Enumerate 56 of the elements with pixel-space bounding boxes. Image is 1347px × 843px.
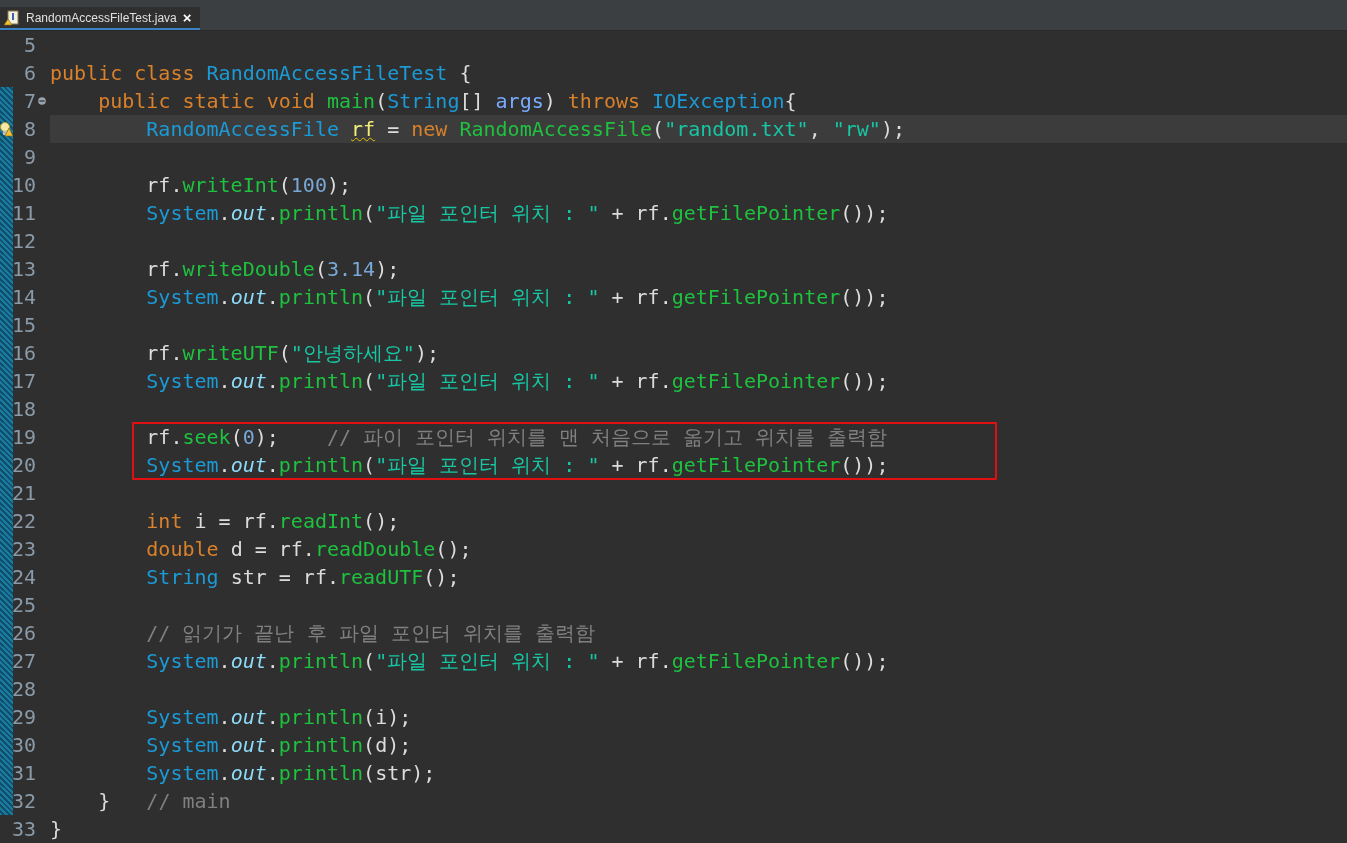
line-number: 31 (11, 760, 36, 787)
line-number: 7 (23, 88, 36, 115)
code-line: System.out.println(d); (146, 732, 412, 759)
code-line: System.out.println(i); (146, 704, 412, 731)
line-number: 28 (11, 676, 36, 703)
line-number: 33 (11, 816, 36, 843)
code-line: } (50, 816, 63, 843)
code-comment: // 읽기가 끝난 후 파일 포인터 위치를 출력함 (146, 620, 595, 647)
tab-title: RandomAccessFileTest.java (26, 9, 177, 27)
line-number: 17 (11, 368, 36, 395)
collapse-icon[interactable] (38, 97, 46, 105)
line-number: 20 (11, 452, 36, 479)
code-line: rf.writeUTF("안녕하세요"); (146, 340, 439, 367)
line-number: 13 (11, 256, 36, 283)
line-number: 18 (11, 396, 36, 423)
lightbulb-warning-icon[interactable] (0, 121, 13, 137)
code-line: rf.seek(0); // 파이 포인터 위치를 맨 처음으로 옮기고 위치를 출력함 (146, 424, 888, 451)
code-line: String str = rf.readUTF(); (146, 564, 460, 591)
code-line: RandomAccessFile rf = new RandomAccessFile("random.txt", "rw"); (146, 116, 905, 143)
code-line: System.out.println("파일 포인터 위치 : " + rf.getFilePointer()); (146, 200, 889, 227)
line-number: 15 (11, 312, 36, 339)
code-line: System.out.println(str); (146, 760, 436, 787)
java-file-warning-icon (4, 9, 20, 26)
line-number: 29 (11, 704, 36, 731)
editor-tab[interactable]: RandomAccessFileTest.java × (0, 7, 200, 30)
line-number: 23 (11, 536, 36, 563)
line-number: 14 (11, 284, 36, 311)
line-number: 8 (23, 116, 36, 143)
code-line: rf.writeInt(100); (146, 172, 352, 199)
line-number: 27 (11, 648, 36, 675)
line-number: 16 (11, 340, 36, 367)
code-line: int i = rf.readInt(); (146, 508, 400, 535)
code-line: System.out.println("파일 포인터 위치 : " + rf.getFilePointer()); (146, 368, 889, 395)
line-number: 10 (11, 172, 36, 199)
code-line: double d = rf.readDouble(); (146, 536, 472, 563)
line-number: 24 (11, 564, 36, 591)
code-line: System.out.println("파일 포인터 위치 : " + rf.getFilePointer()); (146, 648, 889, 675)
line-number: 12 (11, 228, 36, 255)
line-number: 9 (23, 144, 36, 171)
code-line: System.out.println("파일 포인터 위치 : " + rf.getFilePointer()); (146, 452, 889, 479)
code-line: rf.writeDouble(3.14); (146, 256, 400, 283)
close-button[interactable]: × (182, 10, 192, 25)
line-number: 30 (11, 732, 36, 759)
code-line: System.out.println("파일 포인터 위치 : " + rf.getFilePointer()); (146, 284, 889, 311)
code-line: public class RandomAccessFileTest { (50, 60, 472, 87)
line-number: 11 (11, 200, 36, 227)
line-number: 21 (11, 480, 36, 507)
line-number: 22 (11, 508, 36, 535)
code-line: public static void main(String[] args) throws IOException{ (98, 88, 797, 115)
line-number: 6 (23, 60, 36, 87)
line-number: 19 (11, 424, 36, 451)
line-number: 5 (23, 32, 36, 59)
code-line: } // main (98, 788, 231, 815)
line-number: 26 (11, 620, 36, 647)
line-number: 32 (11, 788, 36, 815)
line-number: 25 (11, 592, 36, 619)
